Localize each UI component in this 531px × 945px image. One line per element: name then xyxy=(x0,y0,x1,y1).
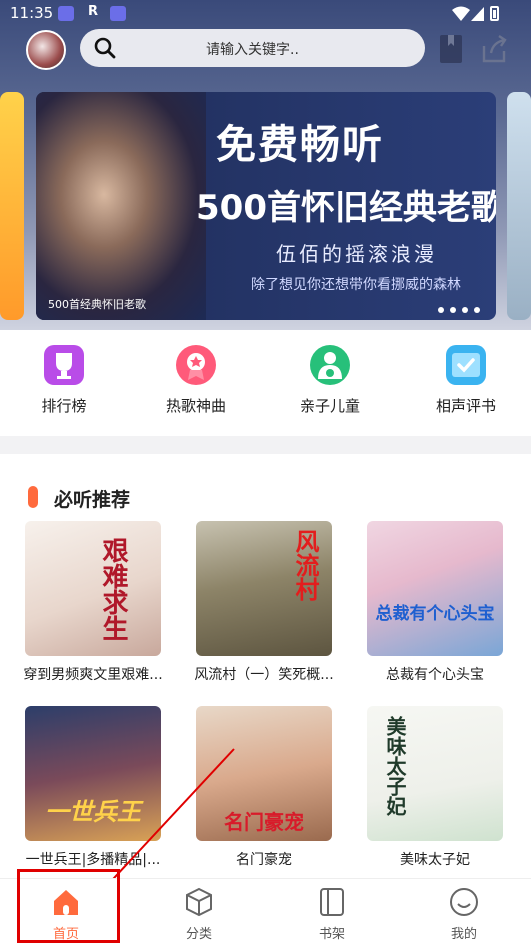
tab-profile[interactable]: 我的 xyxy=(424,887,504,942)
bookshelf-icon xyxy=(317,887,347,917)
tab-category[interactable]: 分类 xyxy=(159,887,239,942)
category-cube-icon xyxy=(184,887,214,917)
highlight-box xyxy=(17,869,120,943)
tab-label: 书架 xyxy=(318,927,345,942)
tab-bookshelf[interactable]: 书架 xyxy=(292,887,372,942)
profile-smile-icon xyxy=(449,887,479,917)
annotation-arrow xyxy=(87,748,235,907)
tab-label: 分类 xyxy=(185,927,212,942)
tab-label: 我的 xyxy=(450,927,477,942)
